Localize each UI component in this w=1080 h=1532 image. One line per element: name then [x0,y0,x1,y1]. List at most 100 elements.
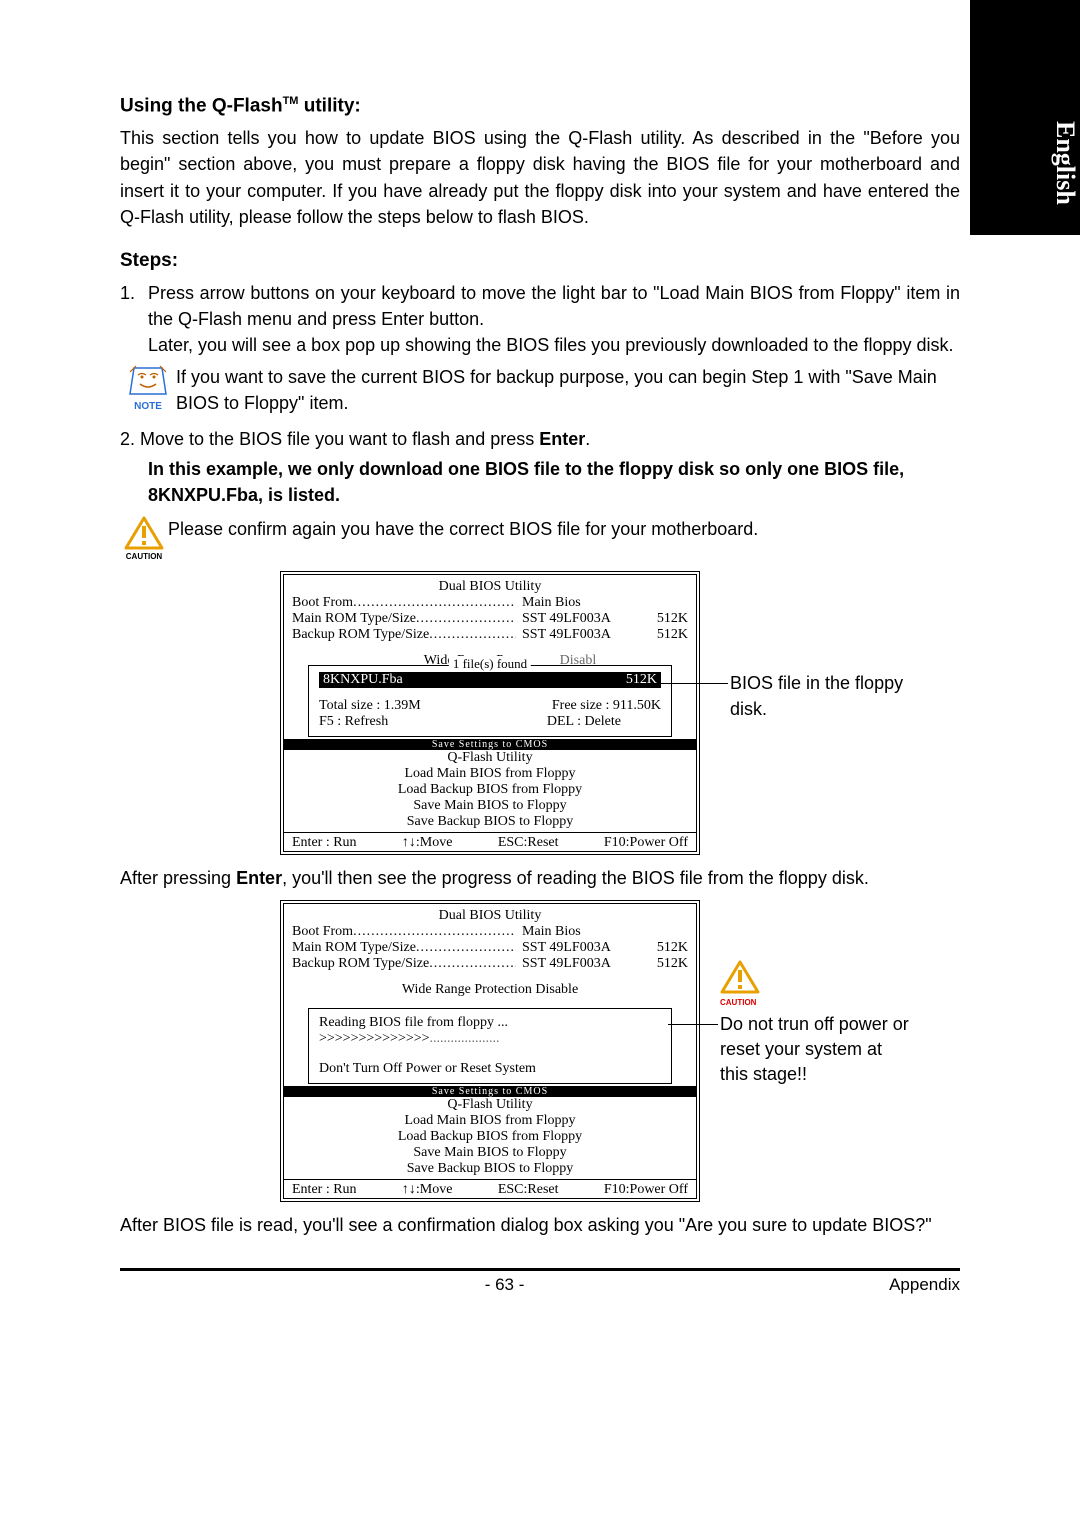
bios1-total: Total size : 1.39M [319,698,421,714]
bios2-m1: Load Main BIOS from Floppy [292,1113,688,1129]
dots: ........................ [429,627,516,643]
bios1-del: DEL : Delete [547,714,661,730]
bios2-f-run: Enter : Run [292,1182,357,1198]
caution-icon-1: CAUTION [120,516,168,561]
bios1-file-name: 8KNXPU.Fba [323,672,403,688]
callout-2-text: Do not trun off power or reset your syst… [720,1014,909,1084]
bios1-bootfrom-l: Boot From [292,595,353,611]
bios2-f-reset: ESC:Reset [498,1182,559,1198]
note-text: If you want to save the current BIOS for… [176,364,960,416]
example-line: In this example, we only download one BI… [120,456,960,508]
bios2-backuprom-v: SST 49LF003A [516,956,636,972]
bios2-util-title: Q-Flash Utility [292,1097,688,1113]
caution-label-1: CAUTION [126,552,162,561]
bios-screenshot-2: Dual BIOS Utility Boot From ............… [280,900,700,1202]
bios2-bootfrom-v: Main Bios [516,924,636,940]
caution-block-1: CAUTION Please confirm again you have th… [120,516,960,561]
bios2-progress-row: >>>>>>>>>>>>>>.................... [319,1031,661,1047]
page-footer: - 63 - Appendix [120,1268,960,1295]
dots: ........................... [416,611,516,627]
bios1-popup: 1 file(s) found 8KNXPU.Fba 512K Total si… [308,665,672,737]
bios-screenshot-1: Dual BIOS Utility Boot From ............… [280,571,700,855]
bios2-m4: Save Backup BIOS to Floppy [292,1161,688,1177]
bios1-divider: Save Settings to CMOS [284,739,696,750]
step-2-enter: Enter [539,429,585,449]
heading-using-qflash: Using the Q-FlashTM utility: [120,95,960,117]
bios1-title: Dual BIOS Utility [292,579,688,595]
bios1-mainrom-v: SST 49LF003A [516,611,636,627]
caution-label-2: CAUTION [720,998,756,1007]
after-read-text: After BIOS file is read, you'll see a co… [120,1212,960,1238]
step-1b: Later, you will see a box pop up showing… [148,335,953,355]
step-2: 2. Move to the BIOS file you want to fla… [120,426,960,452]
bios1-backuprom-v: SST 49LF003A [516,627,636,643]
intro-paragraph: This section tells you how to update BIO… [120,125,960,229]
heading-post: utility: [298,95,360,116]
appendix-label: Appendix [889,1275,960,1295]
bios1-footer: Enter : Run ↑↓:Move ESC:Reset F10:Power … [284,832,696,851]
spacer [636,924,688,940]
page-number: - 63 - [485,1275,525,1295]
step-2-post: . [585,429,590,449]
bios1-file-size: 512K [626,672,657,688]
bios2-m2: Load Backup BIOS from Floppy [292,1129,688,1145]
note-block: NOTE If you want to save the current BIO… [120,364,960,416]
bios1-backuprom-s: 512K [636,627,688,643]
bios1-backuprom-l: Backup ROM Type/Size [292,627,429,643]
bios1-m1: Load Main BIOS from Floppy [292,766,688,782]
bios-screenshot-1-wrap: Dual BIOS Utility Boot From ............… [120,571,960,855]
callout-1-line [640,683,728,684]
dots: ........................... [416,940,516,956]
heading-tm: TM [283,95,299,107]
bios2-f-move: ↑↓:Move [402,1182,453,1198]
bios1-f5: F5 : Refresh [319,714,388,730]
language-sidetab: English [970,0,1080,235]
after1-post: , you'll then see the progress of readin… [282,868,869,888]
step-2-pre: 2. Move to the BIOS file you want to fla… [120,429,539,449]
step-1-body: Press arrow buttons on your keyboard to … [148,280,960,358]
bios1-mainrom-l: Main ROM Type/Size [292,611,416,627]
step-1-number: 1. [120,280,148,358]
caution-text-1: Please confirm again you have the correc… [168,516,758,542]
bios1-f-reset: ESC:Reset [498,835,559,851]
caution-icon-2: CAUTION [720,960,915,1008]
bios2-divider: Save Settings to CMOS [284,1086,696,1097]
bios2-backuprom-l: Backup ROM Type/Size [292,956,429,972]
after1-enter: Enter [236,868,282,888]
after1-pre: After pressing [120,868,236,888]
bios1-file-row: 8KNXPU.Fba 512K [319,672,661,688]
bios1-f-move: ↑↓:Move [402,835,453,851]
bios2-backuprom-s: 512K [636,956,688,972]
after-enter-text: After pressing Enter, you'll then see th… [120,865,960,891]
bios1-m2: Load Backup BIOS from Floppy [292,782,688,798]
bios1-mainrom-s: 512K [636,611,688,627]
bios2-warn: Don't Turn Off Power or Reset System [319,1061,661,1077]
bios1-m4: Save Backup BIOS to Floppy [292,814,688,830]
bios2-wrp: Wide Range Protection Disable [292,982,688,998]
bios2-reading: Reading BIOS file from floppy ... [319,1015,661,1031]
bios1-m3: Save Main BIOS to Floppy [292,798,688,814]
bios2-m3: Save Main BIOS to Floppy [292,1145,688,1161]
spacer [636,595,688,611]
callout-1-text: BIOS file in the floppy disk. [730,673,903,718]
dots: ........................................… [353,924,516,940]
bios1-bootfrom-v: Main Bios [516,595,636,611]
bios2-mainrom-l: Main ROM Type/Size [292,940,416,956]
heading-pre: Using the Q-Flash [120,95,283,116]
bios2-footer: Enter : Run ↑↓:Move ESC:Reset F10:Power … [284,1179,696,1198]
bios1-popup-label: 1 file(s) found [449,656,531,672]
bios1-f-run: Enter : Run [292,835,357,851]
bios-screenshot-2-wrap: Dual BIOS Utility Boot From ............… [120,900,960,1202]
steps-heading: Steps: [120,250,960,272]
bios1-util-title: Q-Flash Utility [292,750,688,766]
bios2-title: Dual BIOS Utility [292,908,688,924]
step-1a: Press arrow buttons on your keyboard to … [148,283,960,329]
step-1: 1. Press arrow buttons on your keyboard … [120,280,960,358]
bios2-bootfrom-l: Boot From [292,924,353,940]
bios2-mainrom-s: 512K [636,940,688,956]
note-label: NOTE [134,401,162,412]
bios2-popup: Reading BIOS file from floppy ... >>>>>>… [308,1008,672,1084]
bios2-progress: >>>>>>>>>>>>>> [319,1031,430,1046]
bios2-mainrom-v: SST 49LF003A [516,940,636,956]
bios2-progress-dots: .................... [430,1031,500,1046]
